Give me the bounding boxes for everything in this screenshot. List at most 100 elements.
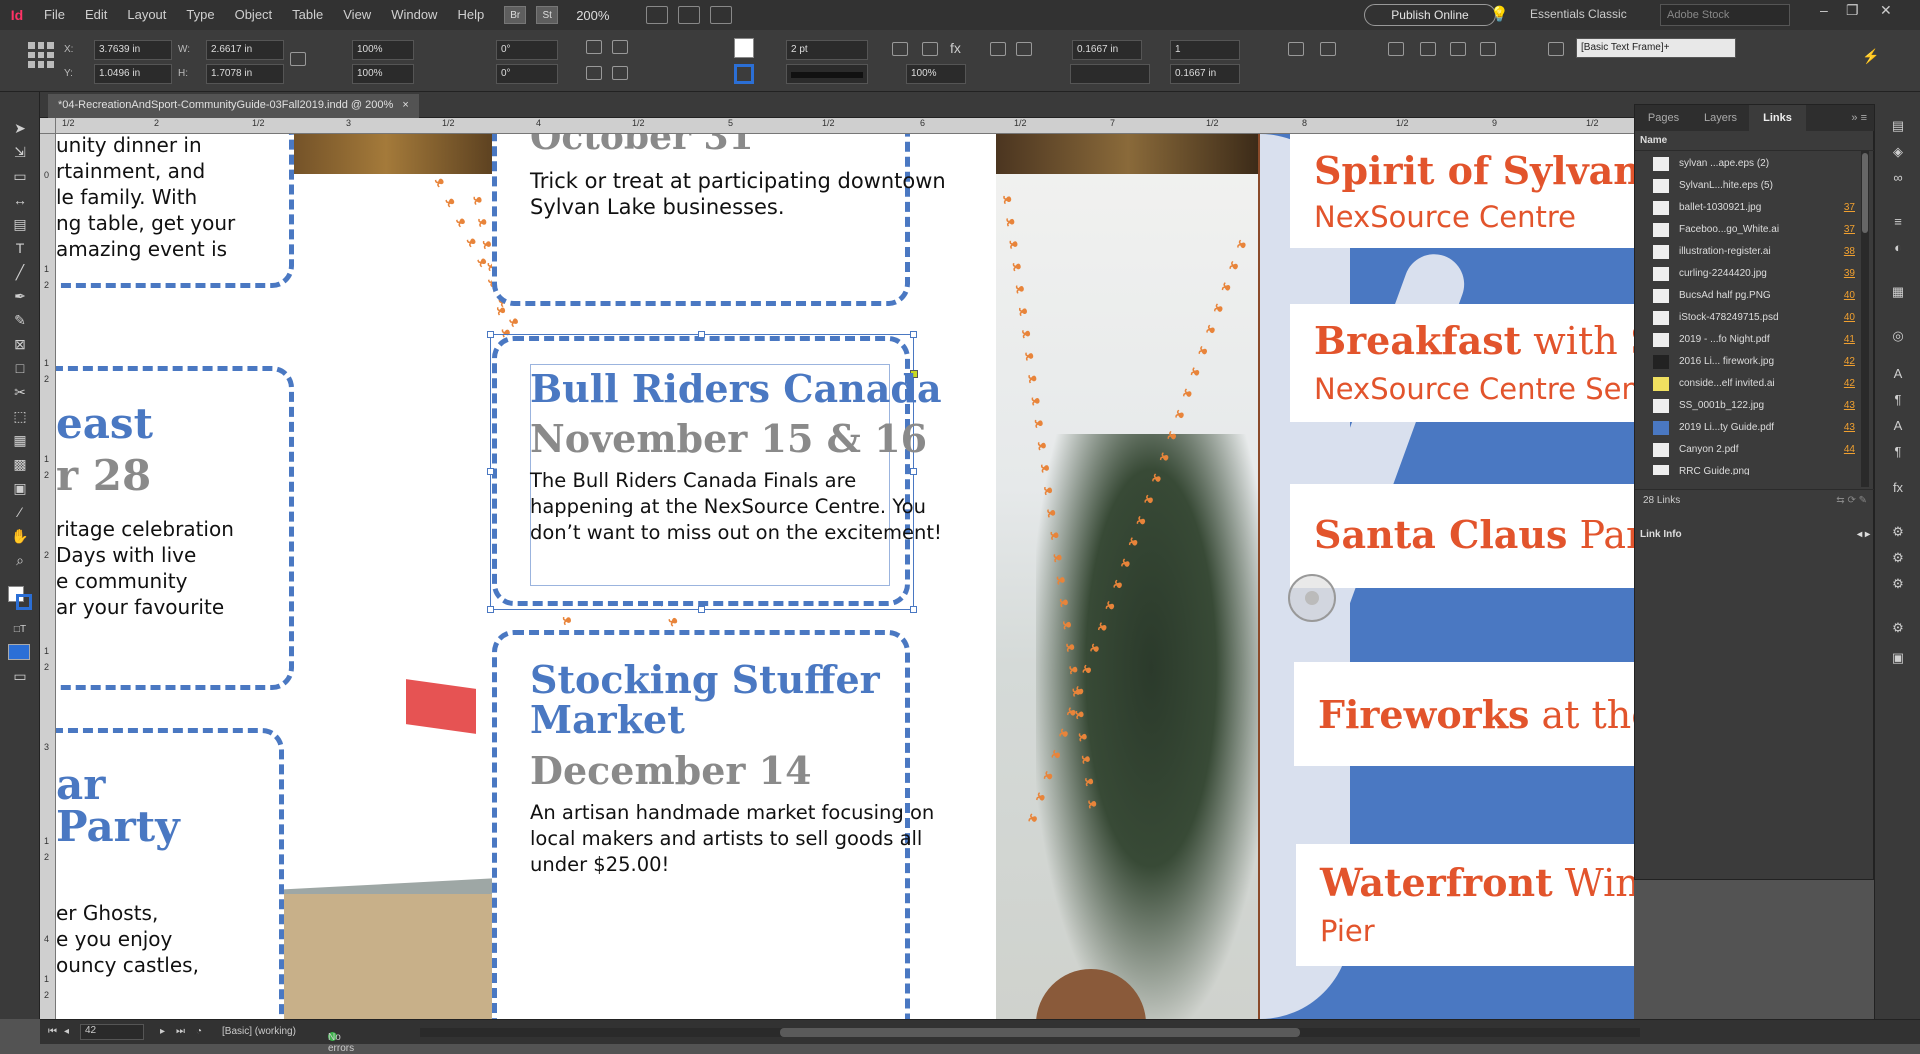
scale-x-field[interactable]: 100% [352,40,414,60]
shear-field[interactable]: 0° [496,64,558,84]
link-row[interactable]: conside...elf invited.ai 42 [1635,373,1859,395]
link-row[interactable]: 2019 Li...ty Guide.pdf 43 [1635,417,1859,439]
inset-field[interactable]: 0.1667 in [1072,40,1142,60]
tab-layers[interactable]: Layers [1692,105,1749,131]
adobe-stock-search[interactable]: Adobe Stock [1660,4,1790,26]
banner-breakfast[interactable]: Breakfast with S NexSource Centre Seni [1290,304,1634,422]
pages-icon[interactable]: ▤ [1889,118,1907,136]
y-field[interactable]: 1.0496 in [94,64,172,84]
stroke-weight-field[interactable]: 2 pt [786,40,868,60]
menu-window[interactable]: Window [381,0,447,30]
type-tool-icon[interactable]: T [10,238,30,258]
banner-santa-claus-parade[interactable]: Santa Claus Para [1290,484,1634,588]
stock-button[interactable]: St [536,6,559,24]
links-icon[interactable]: ∞ [1889,170,1907,188]
link-row[interactable]: RRC Guide.png [1635,461,1859,475]
first-page-icon[interactable]: ⏮ [48,1026,57,1037]
open-page-icon[interactable]: ◔ [196,1026,202,1037]
link-actions-icon[interactable]: ⇆ ⟳ ✎ [1836,495,1867,506]
gradient-swatch-tool-icon[interactable]: ▦ [10,430,30,450]
gap-tool-icon[interactable]: ↔ [10,190,30,210]
h-field[interactable]: 1.7078 in [206,64,284,84]
resize-handle[interactable] [487,331,494,338]
constrain-proportions-icon[interactable] [290,52,306,66]
stroke-type-select[interactable] [786,64,868,84]
page-tool-icon[interactable]: ▭ [10,166,30,186]
eyedropper-tool-icon[interactable]: ⁄ [10,502,30,522]
scripts-icon[interactable]: ⚙ [1889,620,1907,638]
panel-menu-icon[interactable]: » ≡ [1806,105,1875,131]
object-style-select[interactable]: [Basic Text Frame]+ [1576,38,1736,58]
object-style-icon[interactable] [1548,42,1564,56]
vertical-ruler[interactable]: 0 1 2 1 2 1 2 2 1 2 3 1 2 4 1 2 [40,134,56,1019]
cc-libraries-icon[interactable]: ◎ [1889,328,1907,346]
links-scrollbar[interactable] [1861,151,1869,487]
document-canvas[interactable]: ᴥᴥᴥᴥᴥᴥᴥᴥᴥᴥᴥᴥᴥᴥᴥᴥᴥᴥᴥᴥᴥᴥᴥᴥᴥᴥᴥᴥ ᴥᴥᴥᴥᴥᴥᴥᴥᴥᴥᴥ… [56,134,1634,1019]
character-icon[interactable]: A [1889,366,1907,384]
column-gutter-field[interactable]: 0.1667 in [1170,64,1240,84]
publish-online-button[interactable]: Publish Online [1364,4,1496,26]
zoom-level[interactable]: 200% [576,8,636,23]
zoom-tool-icon[interactable]: ⌕ [10,550,30,570]
banner-fireworks[interactable]: Fireworks at the [1294,662,1634,766]
text-wrap-icon[interactable] [990,42,1006,56]
document-tab[interactable]: *04-RecreationAndSport-CommunityGuide-03… [48,94,419,118]
align-top-icon[interactable] [1288,42,1304,56]
preflight-profile[interactable]: [Basic] (working) [222,1026,296,1037]
ruler-origin[interactable] [40,118,56,134]
link-row[interactable]: iStock-478249715.psd 40 [1635,307,1859,329]
apply-color-icon[interactable] [8,644,30,660]
w-field[interactable]: 2.6617 in [206,40,284,60]
link-row[interactable]: BucsAd half pg.PNG 40 [1635,285,1859,307]
screen-mode-tool-icon[interactable]: ▭ [10,666,30,686]
scissors-tool-icon[interactable]: ✂ [10,382,30,402]
last-page-icon[interactable]: ⏭ [176,1026,185,1037]
rectangle-tool-icon[interactable]: □ [10,358,30,378]
corner-shape-select[interactable] [1070,64,1150,84]
layers-icon[interactable]: ◈ [1889,144,1907,162]
rotate-field[interactable]: 0° [496,40,558,60]
resize-handle[interactable] [698,606,705,613]
scrollbar-thumb[interactable] [780,1028,1300,1037]
resize-handle[interactable] [698,331,705,338]
menu-table[interactable]: Table [282,0,333,30]
workspace-switcher[interactable]: Essentials Classic [1530,7,1627,21]
fitting-icon[interactable] [892,42,908,56]
next-page-icon[interactable]: ▸ [160,1026,165,1037]
menu-view[interactable]: View [333,0,381,30]
horizontal-scrollbar[interactable] [420,1028,1640,1037]
quick-apply-icon[interactable]: ⚡ [1862,48,1879,65]
pen-tool-icon[interactable]: ✒ [10,286,30,306]
pencil-tool-icon[interactable]: ✎ [10,310,30,330]
close-window-icon[interactable]: ✕ [1880,2,1892,19]
formatting-affects-container-icon[interactable]: □T [10,620,30,640]
cell-styles-icon[interactable]: ⚙ [1889,550,1907,568]
menu-help[interactable]: Help [447,0,494,30]
note-tool-icon[interactable]: ▣ [10,478,30,498]
arrange-documents-icon[interactable] [710,6,733,24]
align-left-icon[interactable] [1420,42,1436,56]
screen-mode-icon[interactable] [678,6,701,24]
tab-links[interactable]: Links [1749,105,1806,131]
link-row[interactable]: curling-2244420.jpg 39 [1635,263,1859,285]
text-wrap-around-icon[interactable] [1016,42,1032,56]
horizontal-ruler[interactable]: 1/2 2 1/2 3 1/2 4 1/2 5 1/2 6 1/2 7 1/2 … [56,118,1634,134]
resize-handle[interactable] [487,606,494,613]
table-styles-icon[interactable]: ⚙ [1889,576,1907,594]
link-row[interactable]: 2019 - ...fo Night.pdf 41 [1635,329,1859,351]
link-row[interactable]: 2016 Li... firework.jpg 42 [1635,351,1859,373]
rotate-ccw-icon[interactable] [612,40,628,54]
content-collector-icon[interactable]: ▤ [10,214,30,234]
hand-tool-icon[interactable]: ✋ [10,526,30,546]
scale-y-field[interactable]: 100% [352,64,414,84]
minimize-icon[interactable]: – [1820,2,1828,18]
menu-object[interactable]: Object [225,0,283,30]
x-field[interactable]: 3.7639 in [94,40,172,60]
menu-type[interactable]: Type [176,0,224,30]
selection-tool-icon[interactable]: ➤ [10,118,30,138]
rectangle-frame-tool-icon[interactable]: ⊠ [10,334,30,354]
flip-vertical-icon[interactable] [612,66,628,80]
free-transform-tool-icon[interactable]: ⬚ [10,406,30,426]
link-info-nav-icon[interactable]: ◂ ▸ [1857,529,1870,540]
columns-field[interactable]: 1 [1170,40,1240,60]
